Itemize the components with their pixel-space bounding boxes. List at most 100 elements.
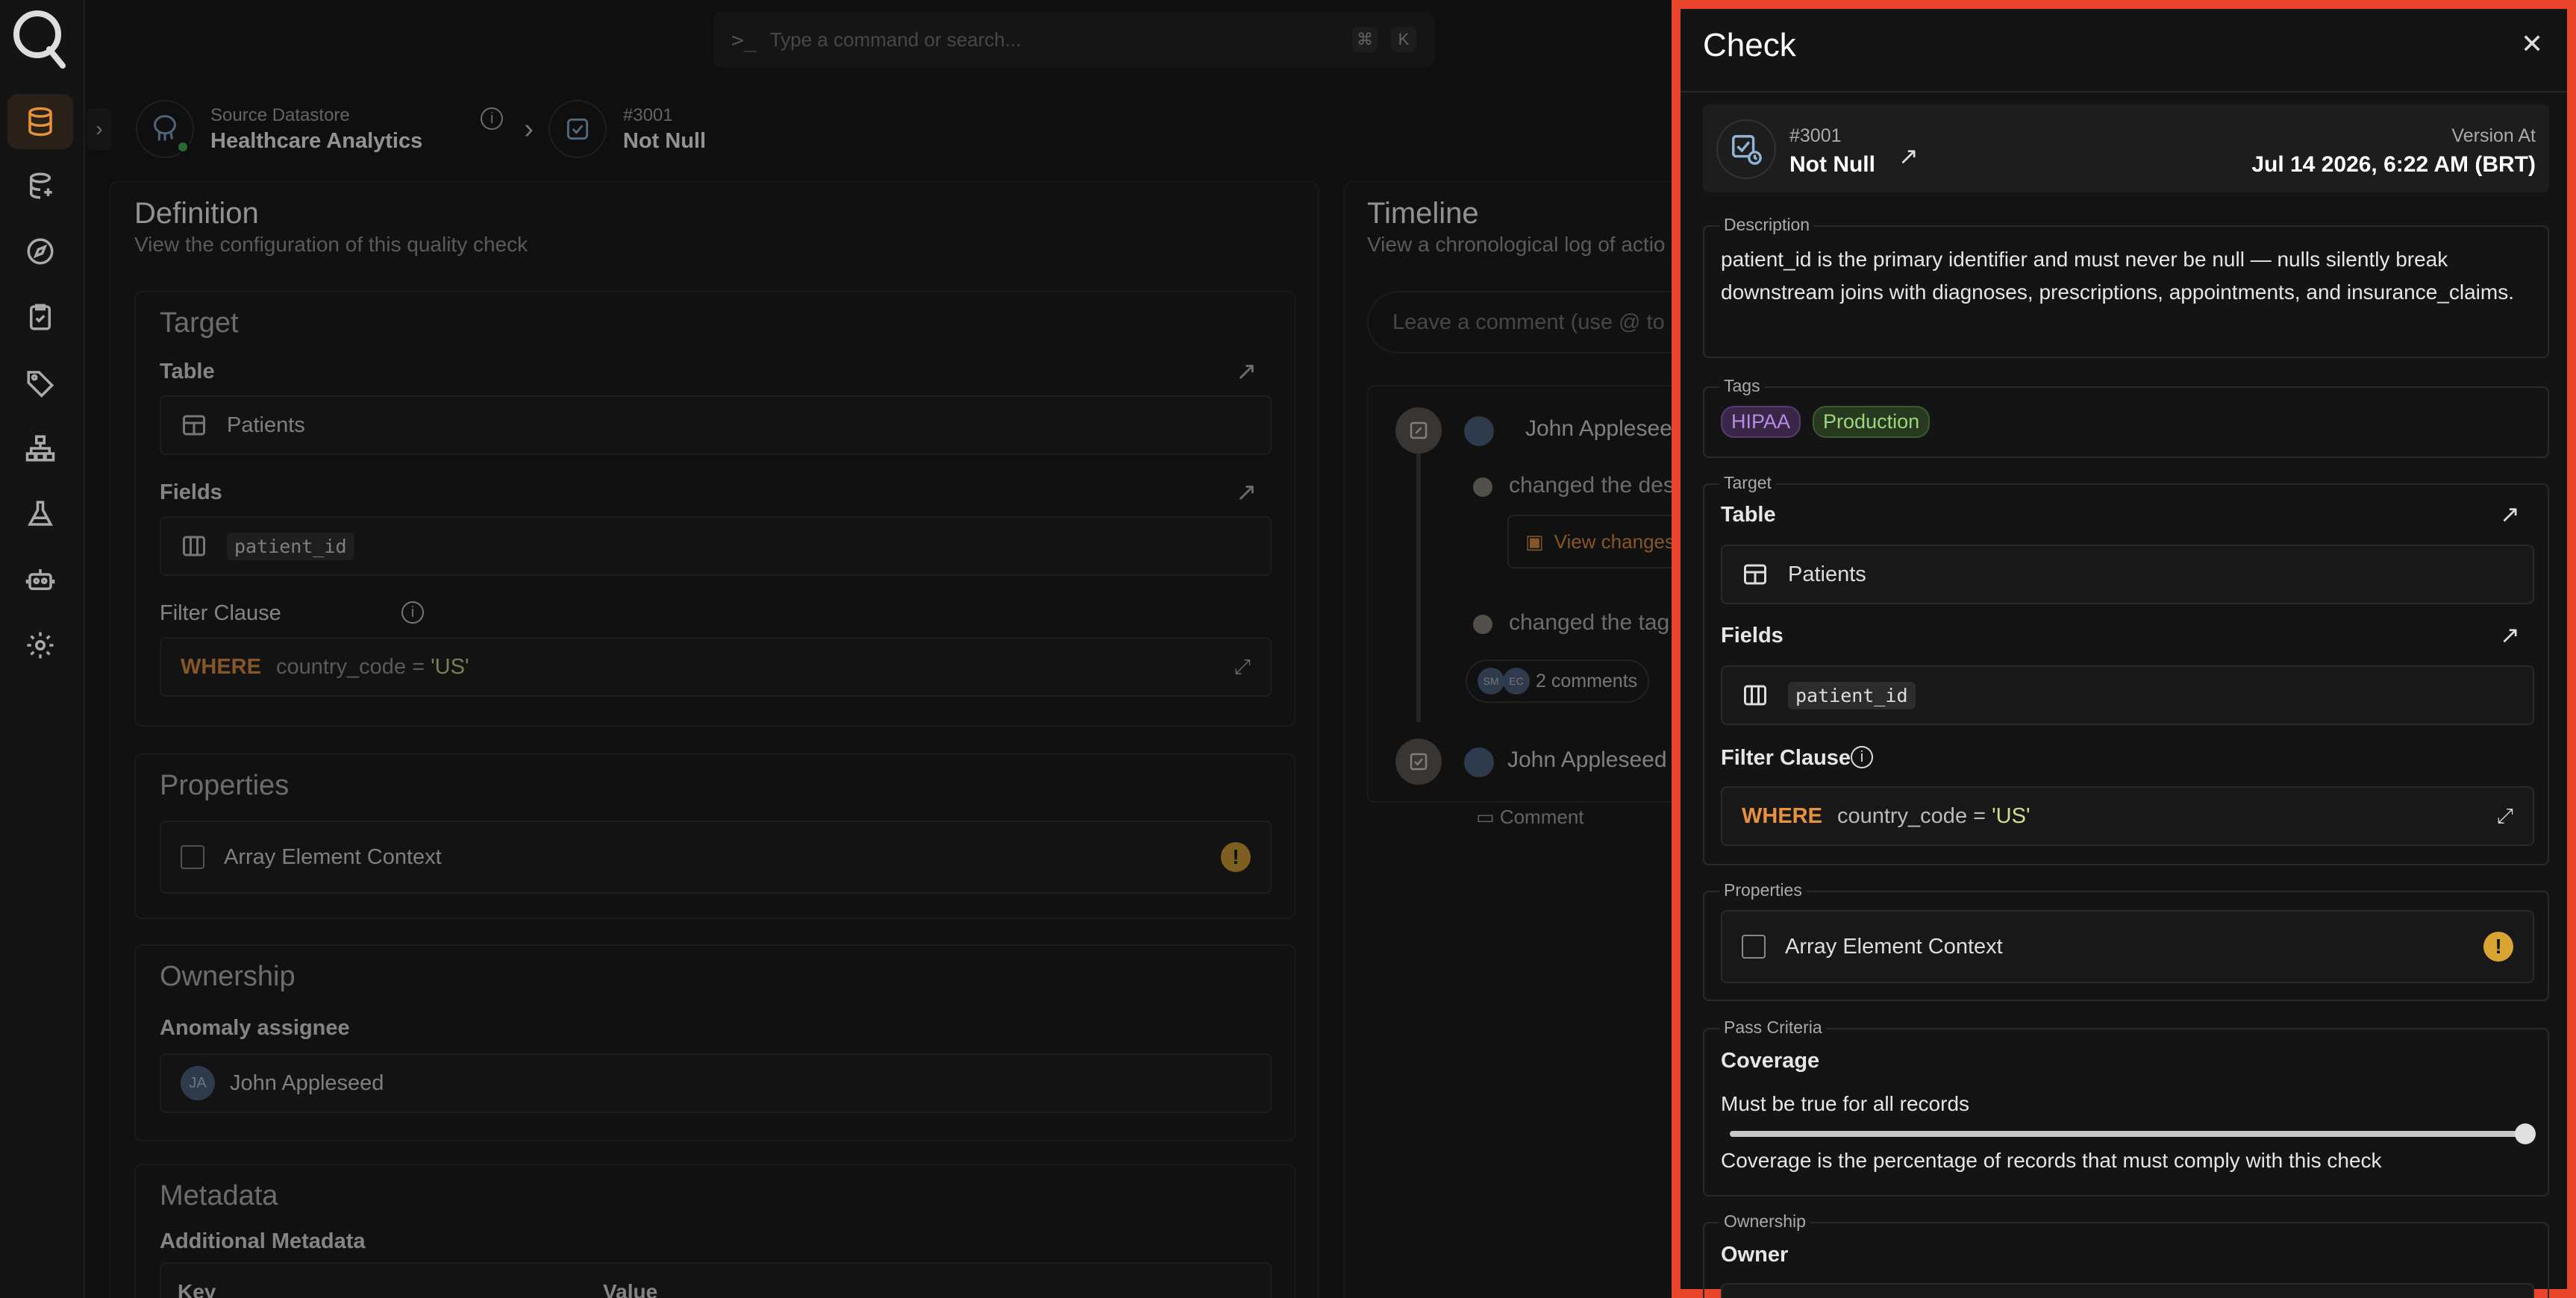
coverage-slider-fill [1730,1131,2525,1137]
property-checkbox[interactable] [181,845,204,869]
check-drawer: Check ✕ #3001 Not Null ↗ Version At Jul … [1672,0,2576,1298]
app-logo-icon[interactable] [10,6,67,69]
coverage-slider[interactable] [1730,1123,2536,1144]
nav-robot-icon[interactable] [7,552,73,607]
check-event-icon [1395,739,1442,785]
open-check-icon[interactable]: ↗ [1898,142,1919,170]
metadata-title: Metadata [160,1180,278,1211]
properties-legend: Properties [1719,880,1807,900]
expand-icon[interactable]: ⤢ [1234,655,1251,680]
drawer-title: Check [1703,27,1796,63]
table-icon [1744,564,1766,585]
metadata-label: Additional Metadata [160,1229,366,1253]
sidebar-toggle-button[interactable]: › [87,108,112,150]
nav-checks-icon[interactable] [7,289,73,345]
nav-explore-icon[interactable] [7,224,73,279]
target-title: Target [160,307,239,339]
property-row[interactable]: Array Element Context ! [160,821,1272,894]
fields-label: Fields [160,480,222,504]
assignee-field[interactable]: JA John Appleseed [160,1053,1272,1113]
tag-list: HIPAA Production [1721,406,1942,438]
nav-catalog-icon[interactable] [7,158,73,213]
check-summary: #3001 Not Null ↗ Version At Jul 14 2026,… [1703,104,2549,192]
check-name: Not Null [622,128,707,153]
owner-label: Owner [1721,1243,1789,1267]
ownership-section: Ownership Owner [1703,1211,2549,1298]
table-field[interactable]: Patients [160,395,1272,455]
col-value: Value [603,1280,658,1298]
check-name: Not Null [1789,152,1875,177]
nav-datastores-icon[interactable] [7,94,73,149]
columns-icon [1744,685,1766,706]
terminal-icon: >_ [731,27,757,52]
field-chip: patient_id [1788,681,1916,709]
nav-settings-icon[interactable] [7,618,73,673]
avatar: JA [181,1066,215,1100]
open-table-icon[interactable]: ↗ [1236,357,1257,386]
tags-section: Tags HIPAA Production [1703,376,2549,458]
filter-keyword: WHERE [1742,803,1822,828]
nav-flask-icon[interactable] [7,486,73,542]
ownership-title: Ownership [160,961,296,992]
warning-icon[interactable]: ! [2483,932,2513,962]
timeline-line [1416,439,1421,722]
metadata-table: Key Value [160,1262,1272,1298]
comments-count: 2 comments [1536,670,1638,692]
coverage-label: Coverage [1721,1049,1820,1073]
comments-button[interactable]: SM EC 2 comments [1466,659,1650,703]
coverage-help: Coverage is the percentage of records th… [1721,1149,2382,1172]
open-fields-icon[interactable]: ↗ [2500,621,2520,649]
field-chip: patient_id [227,532,354,560]
command-input[interactable]: Type a command or search... [770,28,1339,51]
comment-label: Comment [1499,806,1584,828]
close-icon[interactable]: ✕ [2521,28,2543,60]
target-legend: Target [1719,473,1776,493]
expand-icon[interactable]: ⤢ [2497,804,2513,829]
command-bar[interactable]: >_ Type a command or search... ⌘ K [713,12,1434,67]
timeline-dot [1473,477,1492,497]
tag-production[interactable]: Production [1813,406,1931,438]
property-row[interactable]: Array Element Context ! [1721,910,2534,983]
ownership-card: Ownership Anomaly assignee JA John Apple… [134,944,1295,1141]
property-checkbox[interactable] [1742,935,1766,959]
kbd-cmd: ⌘ [1352,27,1378,52]
filter-info-icon[interactable]: i [1851,746,1873,768]
open-fields-icon[interactable]: ↗ [1236,477,1257,507]
postgres-icon[interactable] [136,100,194,158]
nav-hierarchy-icon[interactable] [7,421,73,476]
nav-tags-icon[interactable] [7,355,73,410]
info-icon[interactable]: i [481,107,504,130]
diff-icon: ▣ [1525,530,1544,553]
timeline-panel: Timeline View a chronological log of act… [1343,181,1746,1298]
description-text: patient_id is the primary identifier and… [1721,248,2514,304]
tag-hipaa[interactable]: HIPAA [1721,406,1801,438]
filter-field[interactable]: WHERE country_code = 'US' ⤢ [160,637,1272,697]
owner-field[interactable] [1721,1283,2534,1298]
open-table-icon[interactable]: ↗ [2500,500,2520,528]
coverage-slider-thumb[interactable] [2515,1123,2536,1144]
filter-info-icon[interactable]: i [401,601,424,624]
columns-icon [183,536,205,556]
warning-icon[interactable]: ! [1221,842,1251,872]
fields-field[interactable]: patient_id [160,516,1272,576]
table-label: Table [1721,503,1776,527]
avatar: EC [1503,668,1530,695]
comment-icon: ▭ [1476,806,1495,828]
source-name[interactable]: Healthcare Analytics [210,129,422,154]
comment-button[interactable]: ▭ Comment [1476,806,1584,829]
check-id: #3001 [1789,125,1842,146]
edit-event-icon [1395,407,1442,454]
properties-title: Properties [160,770,290,801]
view-changes-label: View changes [1554,530,1675,553]
assignee-name: John Appleseed [230,1070,384,1095]
table-label: Table [160,360,215,383]
kbd-k: K [1391,27,1416,52]
description-section: Description patient_id is the primary id… [1703,215,2549,358]
avatar: SM [1478,668,1504,695]
coverage-rule: Must be true for all records [1721,1092,1970,1115]
definition-title: Definition [134,197,259,230]
table-field[interactable]: Patients [1721,545,2534,604]
fields-field[interactable]: patient_id [1721,665,2534,725]
tags-legend: Tags [1719,376,1765,396]
filter-field[interactable]: WHERE country_code = 'US' ⤢ [1721,786,2534,846]
